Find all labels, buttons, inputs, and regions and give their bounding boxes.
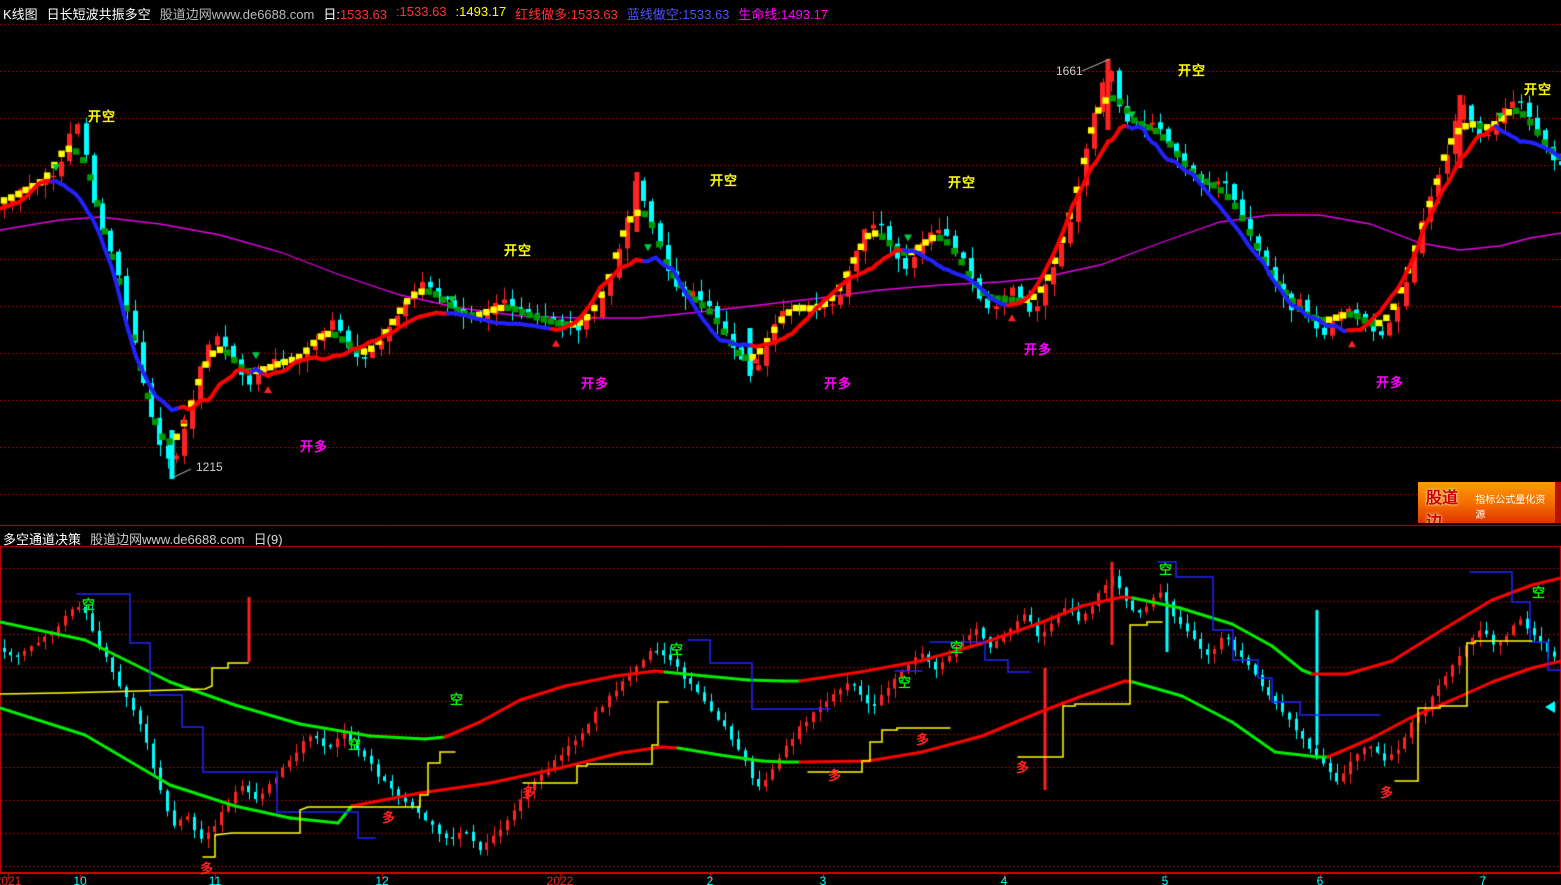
signal-open-short: 开空 — [948, 175, 977, 190]
signal-short: 空 — [348, 737, 363, 752]
logo-brand: 股道边 — [1426, 490, 1459, 523]
panel1-header-item: 红线做多:1533.63 — [515, 7, 618, 22]
signal-short: 空 — [1159, 562, 1174, 577]
logo: 股道边 指标公式量化资源 www.de6688.com — [1418, 482, 1561, 523]
signal-short: 空 — [950, 640, 965, 655]
panel1-header-item: :1533.63 — [395, 4, 447, 19]
signal-open-long: 开多 — [300, 439, 329, 454]
signal-open-short: 开空 — [1178, 63, 1207, 78]
signal-long: 多 — [916, 732, 931, 747]
panel1-header-item: 日长短波共振多空 — [46, 7, 151, 22]
panel1-header-item: 生命线:1493.17 — [738, 7, 829, 22]
signal-short: 空 — [898, 675, 913, 690]
signal-open-long: 开多 — [581, 376, 610, 391]
panel1-header-item: 日:1533.63 — [323, 7, 387, 22]
axis-label: 7 — [1479, 874, 1487, 885]
axis-label: 4 — [1000, 874, 1008, 885]
axis-label: 11 — [208, 874, 222, 885]
signal-open-short: 开空 — [504, 243, 533, 258]
axis-label: 2022 — [546, 874, 574, 885]
panel1-header-item: 股道边网www.de6688.com — [159, 7, 315, 22]
axis-label: 2 — [706, 874, 714, 885]
panel2-site: 股道边网www.de6688.com — [90, 532, 245, 547]
signal-open-short: 开空 — [1524, 82, 1553, 97]
price-extreme-label: 1215 — [196, 460, 223, 474]
signal-short: 空 — [1532, 585, 1547, 600]
axis-label: 6 — [1316, 874, 1324, 885]
signal-open-short: 开空 — [88, 109, 117, 124]
signal-long: 多 — [522, 785, 537, 800]
panel1-header-item: :1493.17 — [455, 4, 507, 19]
axis-label: 3 — [819, 874, 827, 885]
signal-long: 多 — [828, 768, 843, 783]
signal-short: 空 — [82, 597, 97, 612]
axis-label: 10 — [73, 874, 87, 885]
axis-label: 5 — [1161, 874, 1169, 885]
signal-open-short: 开空 — [710, 173, 739, 188]
signal-short: 空 — [670, 642, 685, 657]
signal-short: 空 — [450, 692, 465, 707]
signal-long: 多 — [1016, 760, 1031, 775]
price-extreme-label: 1661 — [1056, 64, 1083, 78]
logo-tagline: 指标公式量化资源 — [1475, 495, 1546, 521]
panel1-header-item: K线图 — [3, 7, 38, 22]
axis-label: 2021 — [0, 874, 22, 885]
signal-open-long: 开多 — [824, 376, 853, 391]
panel1-header-item: 蓝线做空:1533.63 — [626, 7, 730, 22]
signal-open-long: 开多 — [1376, 375, 1405, 390]
panel2-header: 多空通道决策 股道边网www.de6688.com 日(9) — [3, 529, 283, 548]
panel2-title: 多空通道决策 — [3, 532, 82, 547]
panel2-period: 日(9) — [253, 532, 283, 547]
panel1-header: K线图 日长短波共振多空 股道边网www.de6688.com 日:1533.63 :1… — [3, 4, 828, 23]
chart-canvas[interactable] — [0, 0, 1561, 885]
signal-long: 多 — [382, 810, 397, 825]
axis-label: 12 — [375, 874, 389, 885]
signal-open-long: 开多 — [1024, 342, 1053, 357]
signal-long: 多 — [1380, 785, 1395, 800]
trading-app-window: K线图 日长短波共振多空 股道边网www.de6688.com 日:1533.63:1… — [0, 0, 1561, 885]
